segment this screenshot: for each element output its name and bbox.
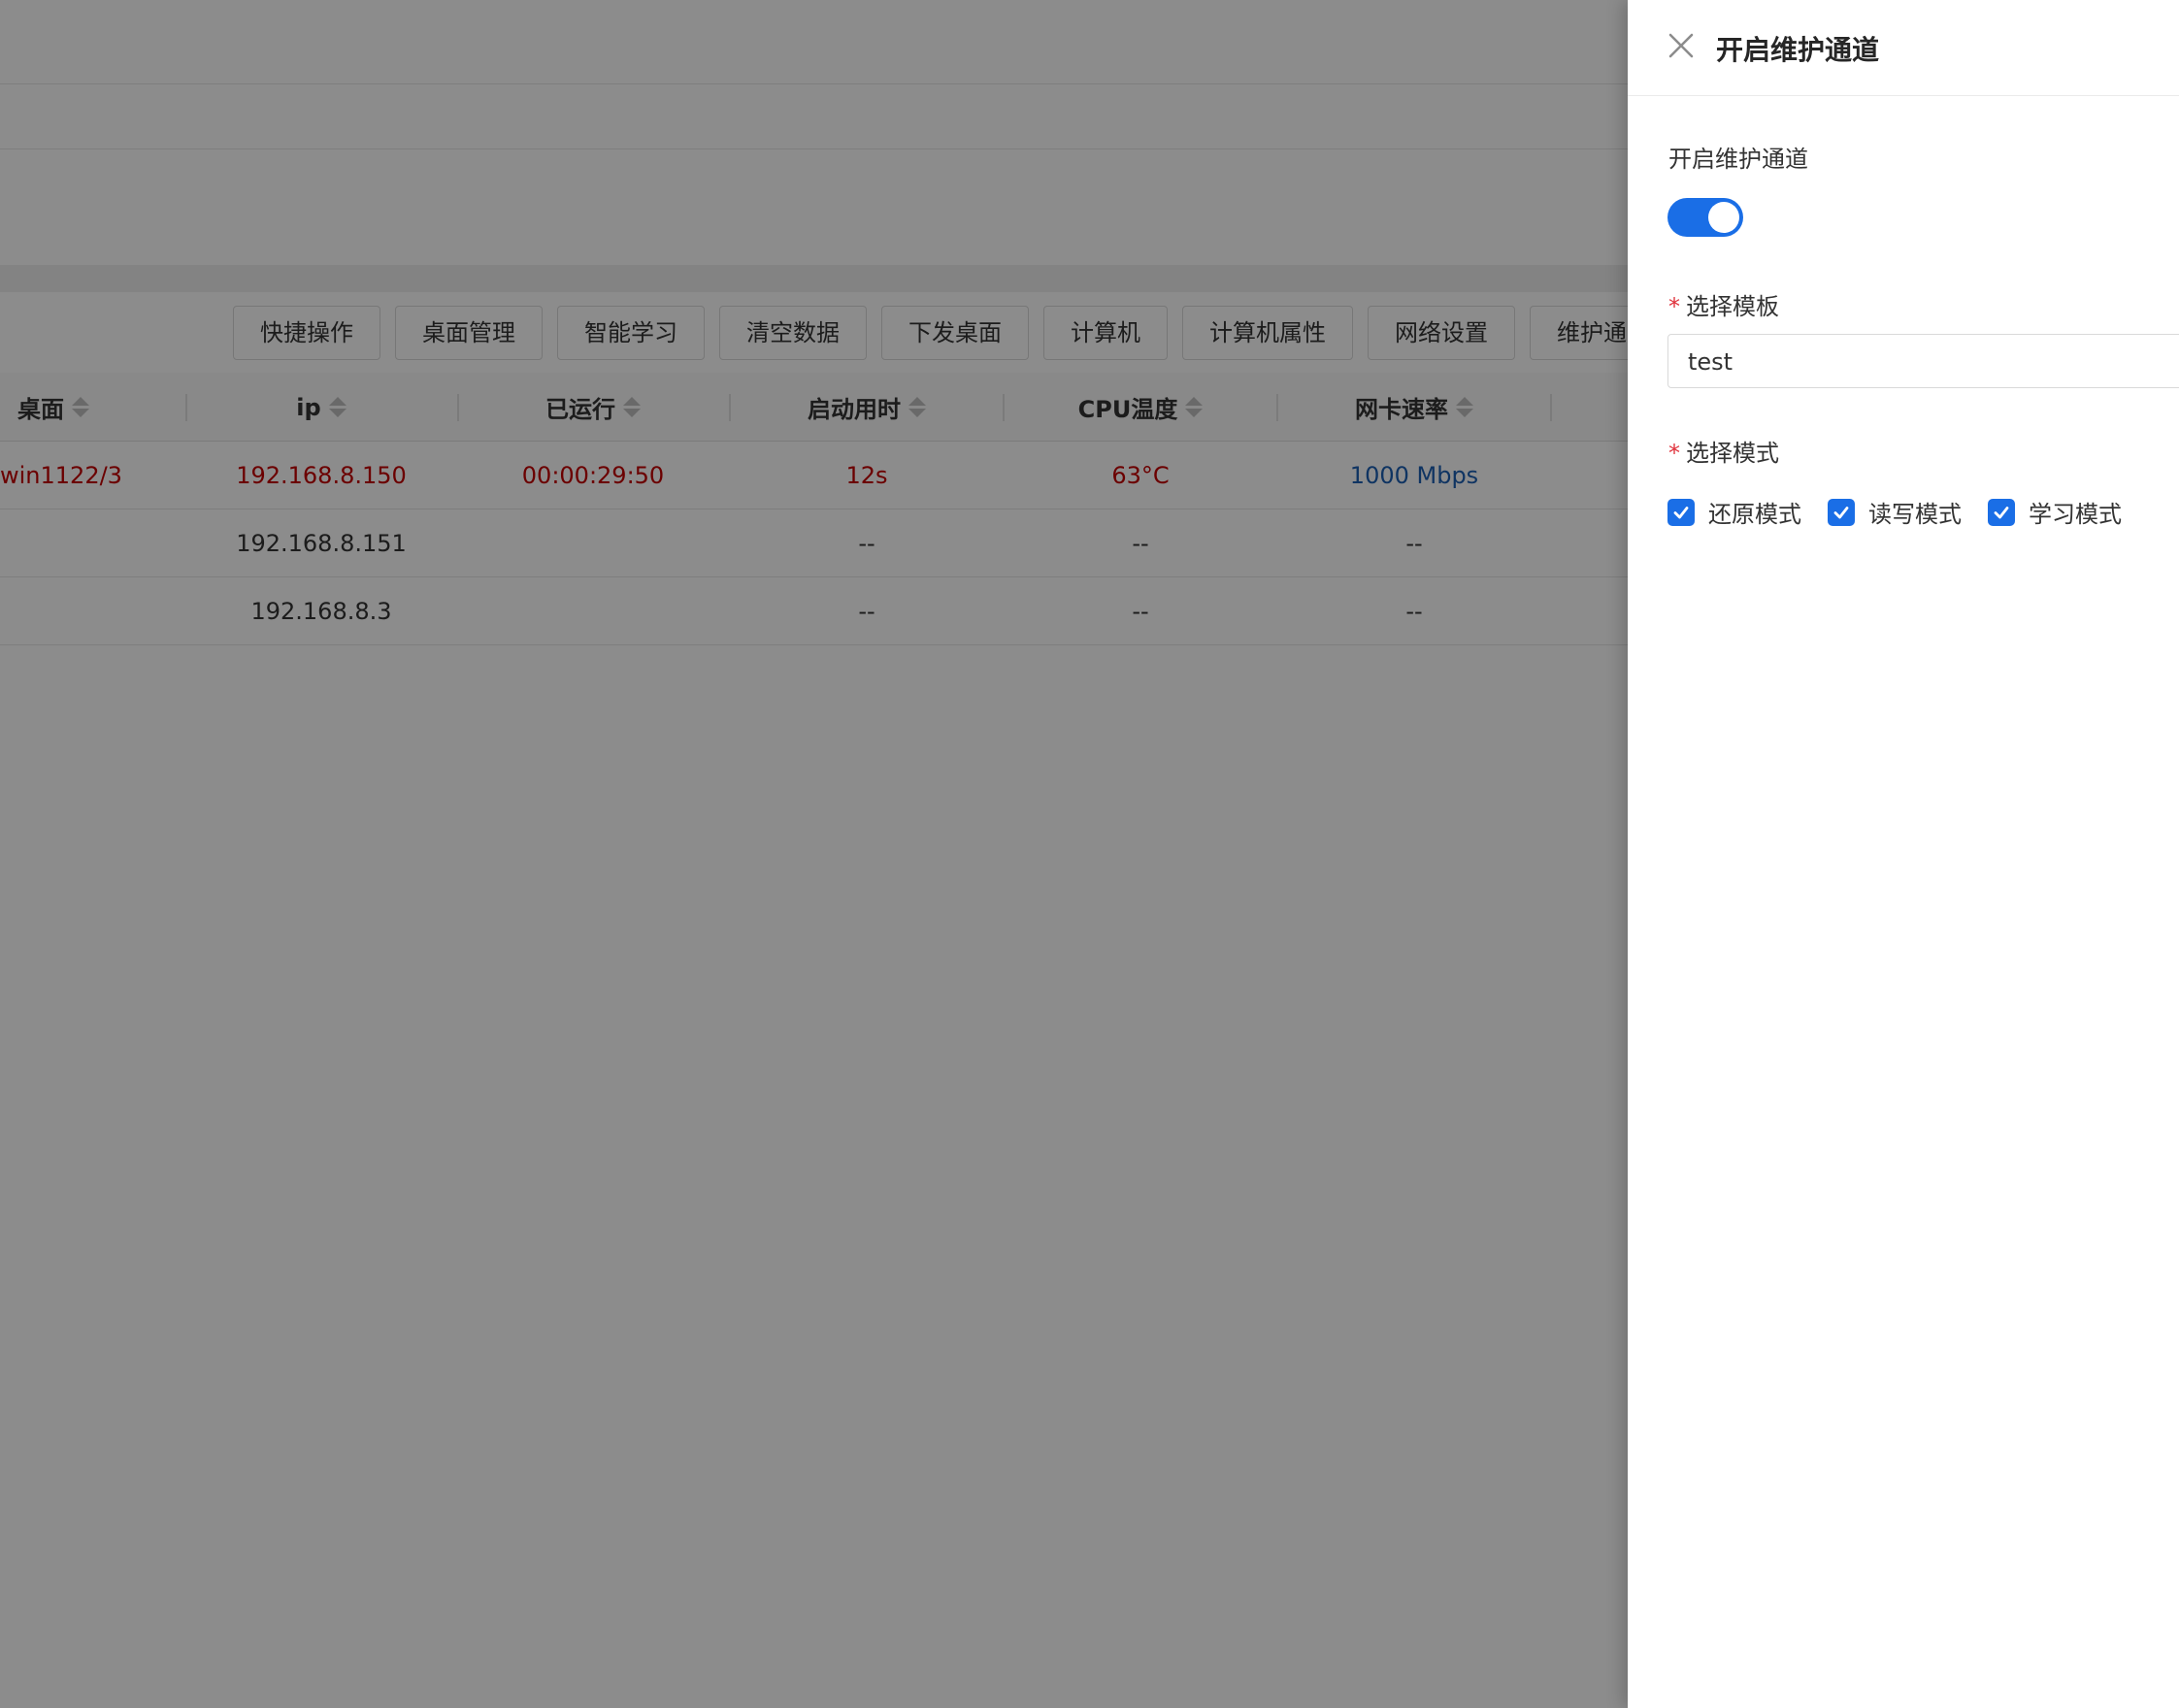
check-icon[interactable] (1667, 498, 1695, 526)
drawer-mask[interactable] (0, 0, 1628, 1708)
close-icon[interactable] (1667, 31, 1696, 60)
maintenance-channel-switch[interactable] (1667, 198, 1743, 237)
template-select[interactable]: test (1667, 334, 2179, 388)
checkbox-label: 学习模式 (2029, 501, 2122, 528)
maintenance-channel-drawer: 开启维护通道 开启维护通道 * 选择模板 test * 选择模式 还原模式 读写… (1628, 0, 2179, 1708)
switch-knob (1708, 202, 1739, 233)
app-root: 快捷操作 桌面管理 智能学习 清空数据 下发桌面 计算机 计算机属性 网络设置 … (0, 0, 2179, 1708)
check-icon[interactable] (1988, 498, 2015, 526)
checkbox-label: 还原模式 (1708, 501, 1801, 528)
template-select-value: test (1688, 348, 1733, 376)
template-label-text: 选择模板 (1686, 293, 1779, 320)
restore-mode-checkbox[interactable]: 还原模式 (1667, 495, 1801, 529)
mode-checkbox-group: 还原模式 读写模式 学习模式 (1667, 495, 2122, 529)
read-write-mode-checkbox[interactable]: 读写模式 (1828, 495, 1962, 529)
drawer-header: 开启维护通道 (1628, 0, 2179, 96)
check-icon[interactable] (1828, 498, 1855, 526)
mode-field-label: * 选择模式 (1668, 434, 1779, 468)
drawer-title: 开启维护通道 (1716, 34, 1880, 66)
required-mark: * (1668, 293, 1680, 320)
required-mark: * (1668, 440, 1680, 467)
learning-mode-checkbox[interactable]: 学习模式 (1988, 495, 2122, 529)
mode-label-text: 选择模式 (1686, 440, 1779, 467)
switch-label: 开启维护通道 (1668, 146, 1808, 173)
checkbox-label: 读写模式 (1868, 501, 1962, 528)
template-field-label: * 选择模板 (1668, 287, 1779, 321)
